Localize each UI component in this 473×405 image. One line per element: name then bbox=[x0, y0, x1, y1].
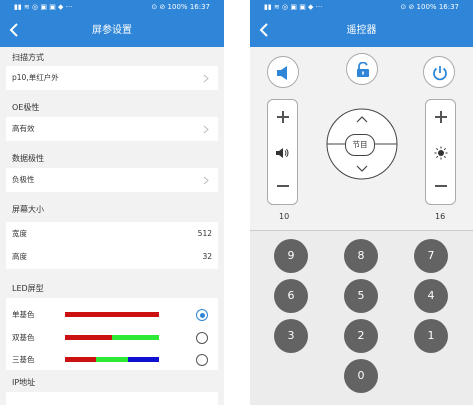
number-key-8[interactable]: 8 bbox=[344, 239, 378, 273]
led-type-row[interactable]: 单基色 bbox=[6, 305, 218, 325]
volume-icon bbox=[275, 148, 288, 158]
brightness-icon bbox=[434, 146, 447, 160]
chevron-right-icon bbox=[203, 74, 209, 83]
led-color-segment bbox=[96, 357, 128, 362]
led-type-label: LED屏型 bbox=[12, 284, 44, 293]
number-key-0[interactable]: 0 bbox=[344, 359, 378, 393]
scan-mode-value: p10,单红户外 bbox=[12, 73, 59, 82]
power-icon bbox=[433, 66, 447, 81]
volume-up-button[interactable] bbox=[268, 106, 297, 128]
plus-icon bbox=[434, 111, 447, 123]
brightness-level: 16 bbox=[435, 212, 446, 221]
led-type-row[interactable]: 双基色 bbox=[6, 328, 218, 348]
mute-button[interactable] bbox=[267, 56, 299, 88]
height-value[interactable]: 32 bbox=[202, 245, 212, 269]
status-battery: ⊙ ⊘ 100% bbox=[151, 3, 188, 11]
led-color-segment bbox=[127, 357, 159, 362]
led-color-segment bbox=[112, 335, 159, 340]
led-color-segment bbox=[65, 335, 112, 340]
led-type-radio[interactable] bbox=[196, 309, 208, 321]
led-color-bar bbox=[65, 357, 159, 362]
number-key-4[interactable]: 4 bbox=[414, 279, 448, 313]
led-type-row[interactable]: 三基色 bbox=[6, 350, 218, 370]
remote-control-page: ▮▮ ≋ ◎ ▣ ▣ ◆ ··· ⊙ ⊘ 100% 16:37 遥控器 10 1… bbox=[250, 0, 473, 405]
program-button[interactable]: 节目 bbox=[345, 134, 375, 156]
oe-polarity-row[interactable]: 高有效 bbox=[6, 117, 218, 141]
number-key-7[interactable]: 7 bbox=[414, 239, 448, 273]
number-pad: 9 8 7 6 5 4 3 2 1 0 bbox=[250, 230, 473, 405]
led-type-label: 双基色 bbox=[12, 333, 35, 342]
title-bar: 屏参设置 bbox=[0, 14, 224, 47]
plus-icon bbox=[276, 111, 289, 123]
number-key-5[interactable]: 5 bbox=[344, 279, 378, 313]
data-polarity-value: 负极性 bbox=[12, 175, 35, 184]
ip-address-label: IP地址 bbox=[12, 378, 36, 387]
status-time: 16:37 bbox=[189, 3, 210, 11]
status-icons: ▮▮ ≋ ◎ ▣ ▣ ◆ ··· bbox=[14, 3, 73, 11]
led-type-radio[interactable] bbox=[196, 332, 208, 344]
scan-mode-label: 扫描方式 bbox=[12, 53, 44, 62]
led-color-bar bbox=[65, 312, 159, 317]
title-bar: 遥控器 bbox=[250, 14, 473, 47]
power-button[interactable] bbox=[423, 56, 455, 88]
brightness-up-button[interactable] bbox=[426, 106, 455, 128]
chevron-right-icon bbox=[203, 176, 209, 185]
data-polarity-row[interactable]: 负极性 bbox=[6, 168, 218, 192]
screen-size-label: 屏幕大小 bbox=[12, 205, 44, 214]
oe-polarity-value: 高有效 bbox=[12, 124, 35, 133]
number-key-3[interactable]: 3 bbox=[274, 319, 308, 353]
status-battery: ⊙ ⊘ 100% bbox=[400, 3, 437, 11]
volume-down-button[interactable] bbox=[268, 175, 297, 197]
status-bar: ▮▮ ≋ ◎ ▣ ▣ ◆ ··· ⊙ ⊘ 100% 16:37 bbox=[250, 0, 473, 14]
ip-address-row[interactable] bbox=[6, 392, 218, 405]
status-time: 16:37 bbox=[438, 3, 459, 11]
led-type-radio[interactable] bbox=[196, 354, 208, 366]
minus-icon bbox=[434, 185, 447, 187]
height-row[interactable]: 高度 32 bbox=[6, 245, 218, 269]
width-label: 宽度 bbox=[12, 229, 27, 238]
number-key-6[interactable]: 6 bbox=[274, 279, 308, 313]
number-key-2[interactable]: 2 bbox=[344, 319, 378, 353]
oe-polarity-label: OE极性 bbox=[12, 103, 40, 112]
volume-level: 10 bbox=[279, 212, 290, 221]
number-key-9[interactable]: 9 bbox=[274, 239, 308, 273]
height-label: 高度 bbox=[12, 252, 27, 261]
status-icons: ▮▮ ≋ ◎ ▣ ▣ ◆ ··· bbox=[264, 3, 323, 11]
page-title: 屏参设置 bbox=[92, 25, 132, 36]
minus-icon bbox=[276, 185, 289, 187]
number-key-1[interactable]: 1 bbox=[414, 319, 448, 353]
led-color-bar bbox=[65, 335, 159, 340]
width-row[interactable]: 宽度 512 bbox=[6, 222, 218, 246]
scan-mode-row[interactable]: p10,单红户外 bbox=[6, 66, 218, 90]
volume-panel bbox=[267, 99, 298, 205]
page-title: 遥控器 bbox=[346, 25, 377, 36]
width-value[interactable]: 512 bbox=[198, 222, 212, 246]
chevron-right-icon bbox=[203, 125, 209, 134]
led-color-segment bbox=[65, 357, 97, 362]
brightness-panel bbox=[425, 99, 456, 205]
data-polarity-label: 数据极性 bbox=[12, 154, 44, 163]
screen-settings-page: ▮▮ ≋ ◎ ▣ ▣ ◆ ··· ⊙ ⊘ 100% 16:37 屏参设置 扫描方… bbox=[0, 0, 224, 405]
led-type-label: 单基色 bbox=[12, 310, 35, 319]
led-color-segment bbox=[65, 312, 159, 317]
status-bar: ▮▮ ≋ ◎ ▣ ▣ ◆ ··· ⊙ ⊘ 100% 16:37 bbox=[0, 0, 224, 14]
lock-icon bbox=[357, 62, 369, 77]
brightness-down-button[interactable] bbox=[426, 175, 455, 197]
speaker-icon bbox=[277, 66, 287, 80]
led-type-label: 三基色 bbox=[12, 355, 35, 364]
lock-button[interactable] bbox=[346, 53, 378, 85]
